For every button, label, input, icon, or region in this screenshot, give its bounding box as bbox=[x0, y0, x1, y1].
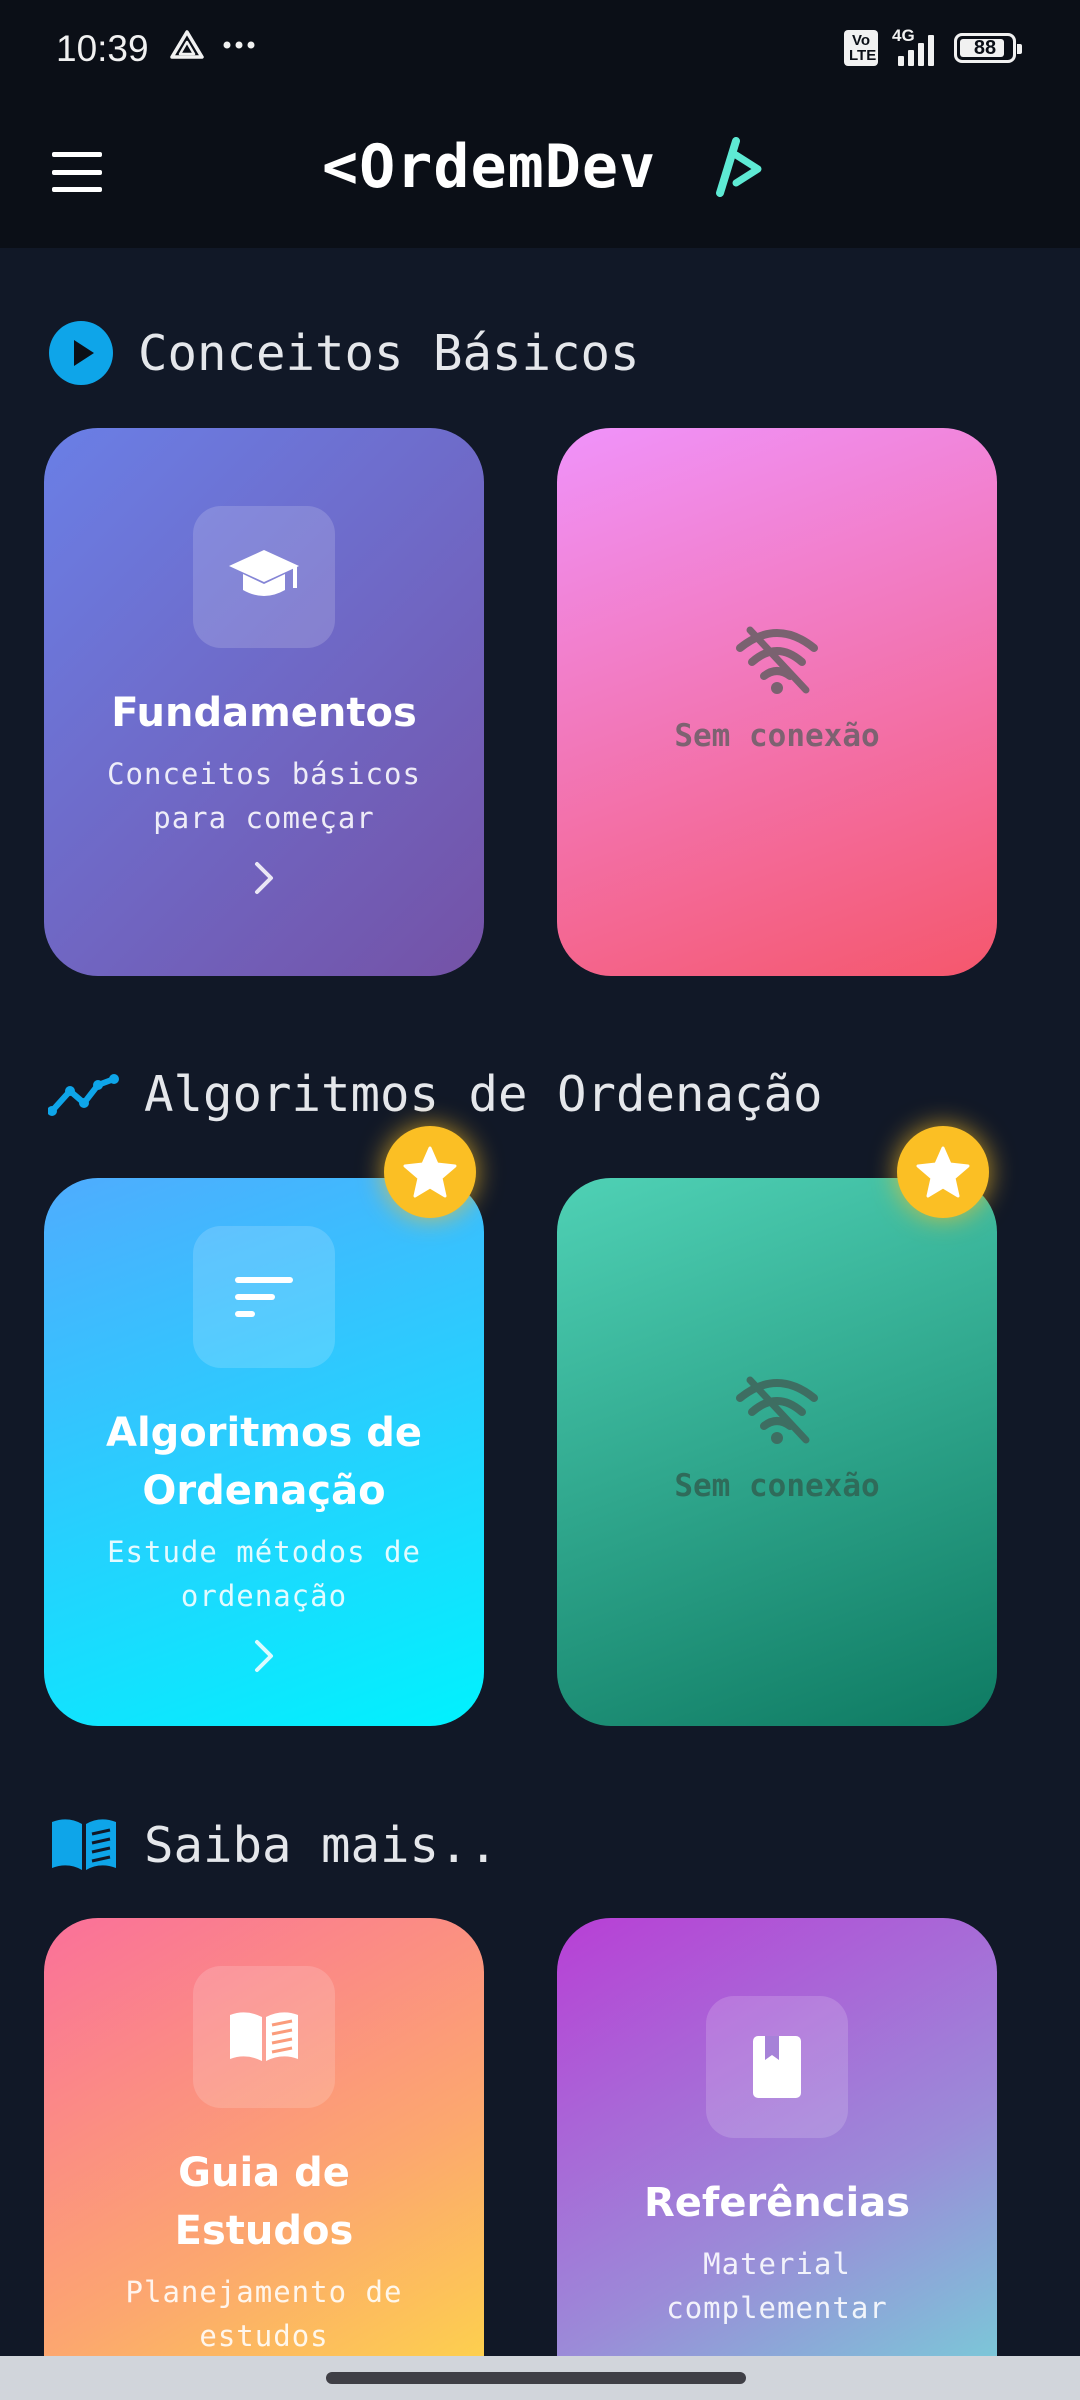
trend-line-icon bbox=[48, 1073, 119, 1116]
wifi-off-icon bbox=[736, 626, 818, 694]
sort-icon bbox=[235, 1277, 293, 1317]
section-title-conceitos: Conceitos Básicos bbox=[48, 320, 640, 386]
favorite-badge[interactable] bbox=[897, 1126, 989, 1218]
signal-icon: 4G bbox=[892, 26, 940, 68]
section-title-text: Algoritmos de Ordenação bbox=[144, 1066, 823, 1123]
code-slash-icon bbox=[716, 137, 762, 197]
section-title-text: Conceitos Básicos bbox=[138, 324, 640, 382]
card-subtitle: Estude métodos de ordenação bbox=[107, 1535, 421, 1613]
menu-icon bbox=[52, 152, 102, 157]
card-subtitle: Planejamento de estudos bbox=[125, 2275, 403, 2353]
section-title-text: Saiba mais.. bbox=[144, 1816, 499, 1874]
app-bar: <OrdemDev bbox=[0, 100, 1080, 248]
card-subtitle: Material complementar bbox=[666, 2247, 888, 2325]
chevron-right-icon bbox=[255, 862, 273, 894]
gesture-nav-bar bbox=[0, 2356, 1080, 2400]
home-indicator[interactable] bbox=[326, 2372, 746, 2384]
card-offline-2[interactable]: Sem conexão bbox=[557, 1178, 997, 1726]
book-icon bbox=[230, 2012, 298, 2061]
card-fundamentos[interactable]: Fundamentos Conceitos básicos para começ… bbox=[44, 428, 484, 976]
status-right: Vo LTE 4G 88 bbox=[844, 26, 1022, 68]
card-icon-box bbox=[193, 506, 335, 648]
card-title: Guia de Estudos bbox=[174, 2150, 354, 2254]
card-title: Algoritmos de Ordenação bbox=[106, 1410, 422, 1514]
battery-level: 88 bbox=[973, 36, 997, 59]
favorite-badge[interactable] bbox=[384, 1126, 476, 1218]
card-title: Fundamentos bbox=[111, 690, 417, 736]
volte-badge: Vo LTE bbox=[844, 30, 878, 66]
offline-placeholder: Sem conexão bbox=[674, 624, 880, 754]
star-icon bbox=[403, 1146, 457, 1198]
card-guia-estudos[interactable]: Guia de Estudos Planejamento de estudos bbox=[44, 1918, 484, 2400]
status-bar: 10:39 Vo LTE 4G 88 bbox=[0, 0, 1080, 100]
card-icon-box bbox=[193, 1966, 335, 2108]
play-circle-icon bbox=[49, 321, 113, 385]
status-time: 10:39 bbox=[56, 28, 149, 69]
card-title: Referências bbox=[643, 2180, 910, 2226]
more-dots-icon bbox=[223, 41, 255, 49]
status-left-icons bbox=[170, 30, 256, 60]
section-title-algoritmos: Algoritmos de Ordenação bbox=[48, 1066, 823, 1123]
app-logo: <OrdemDev bbox=[322, 132, 764, 202]
graduation-cap-icon bbox=[229, 550, 299, 596]
card-algoritmos[interactable]: Algoritmos de Ordenação Estude métodos d… bbox=[44, 1178, 484, 1726]
card-subtitle: Conceitos básicos para começar bbox=[107, 757, 421, 835]
menu-button[interactable] bbox=[52, 152, 102, 192]
chevron-right-icon bbox=[255, 1640, 273, 1672]
offline-text: Sem conexão bbox=[674, 1468, 880, 1504]
offline-text: Sem conexão bbox=[674, 718, 880, 754]
open-book-icon bbox=[52, 1819, 116, 1870]
card-icon-box bbox=[706, 1996, 848, 2138]
battery-icon: 88 bbox=[954, 33, 1022, 63]
card-icon-box bbox=[193, 1226, 335, 1368]
offline-placeholder: Sem conexão bbox=[674, 1374, 880, 1504]
card-offline-1[interactable]: Sem conexão bbox=[557, 428, 997, 976]
bookmark-icon bbox=[753, 2036, 801, 2098]
wifi-off-icon bbox=[736, 1376, 818, 1444]
logo-text: <OrdemDev bbox=[322, 132, 657, 202]
section-title-saiba-mais: Saiba mais.. bbox=[48, 1816, 498, 1874]
star-icon bbox=[916, 1146, 970, 1198]
card-referencias[interactable]: Referências Material complementar bbox=[557, 1918, 997, 2400]
drive-icon bbox=[170, 30, 204, 59]
